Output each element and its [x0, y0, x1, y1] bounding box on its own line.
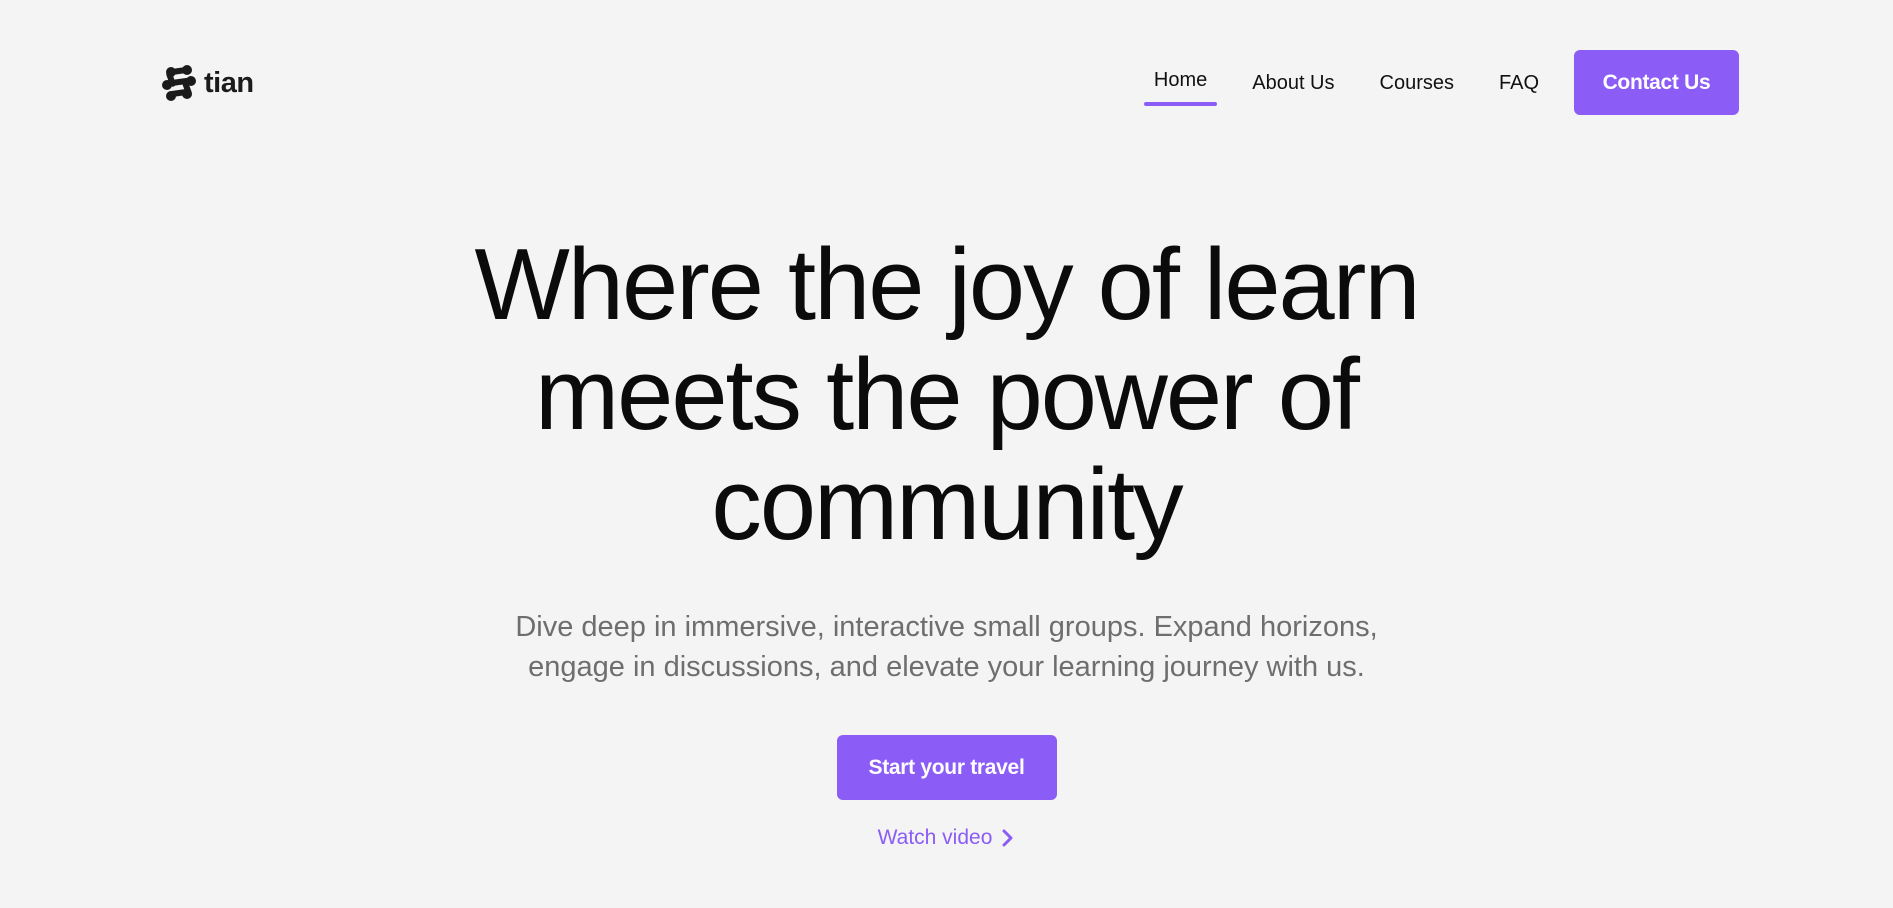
nav-item-courses[interactable]: Courses [1380, 71, 1454, 95]
watch-video-label: Watch video [877, 826, 993, 849]
chevron-right-icon [1002, 829, 1013, 847]
hero-subtitle-line-2: engage in discussions, and elevate your … [528, 651, 1365, 683]
hero-title-line-3: community [711, 449, 1183, 561]
site-header: tian Home About Us Courses FAQ Contact U… [0, 0, 1893, 166]
nav-item-home[interactable]: Home [1143, 68, 1218, 106]
hero-title: Where the joy of learn meets the power o… [397, 230, 1497, 560]
tian-logo-icon [162, 65, 196, 101]
watch-video-link[interactable]: Watch video [878, 826, 1016, 850]
hero-section: Where the joy of learn meets the power o… [0, 230, 1893, 850]
hero-subtitle-line-1: Dive deep in immersive, interactive smal… [515, 611, 1378, 643]
contact-us-button[interactable]: Contact Us [1574, 50, 1739, 115]
hero-title-line-1: Where the joy of learn [474, 229, 1420, 341]
brand-name: tian [204, 67, 254, 99]
landing-page: tian Home About Us Courses FAQ Contact U… [0, 0, 1893, 908]
main-nav: Home About Us Courses FAQ Contact Us [1143, 50, 1739, 115]
nav-item-faq[interactable]: FAQ [1499, 71, 1539, 95]
hero-title-line-2: meets the power of [535, 339, 1360, 451]
hero-subtitle: Dive deep in immersive, interactive smal… [477, 607, 1417, 687]
logo-link[interactable]: tian [159, 63, 254, 103]
nav-item-about-us[interactable]: About Us [1252, 71, 1334, 95]
start-your-travel-button[interactable]: Start your travel [836, 735, 1057, 800]
